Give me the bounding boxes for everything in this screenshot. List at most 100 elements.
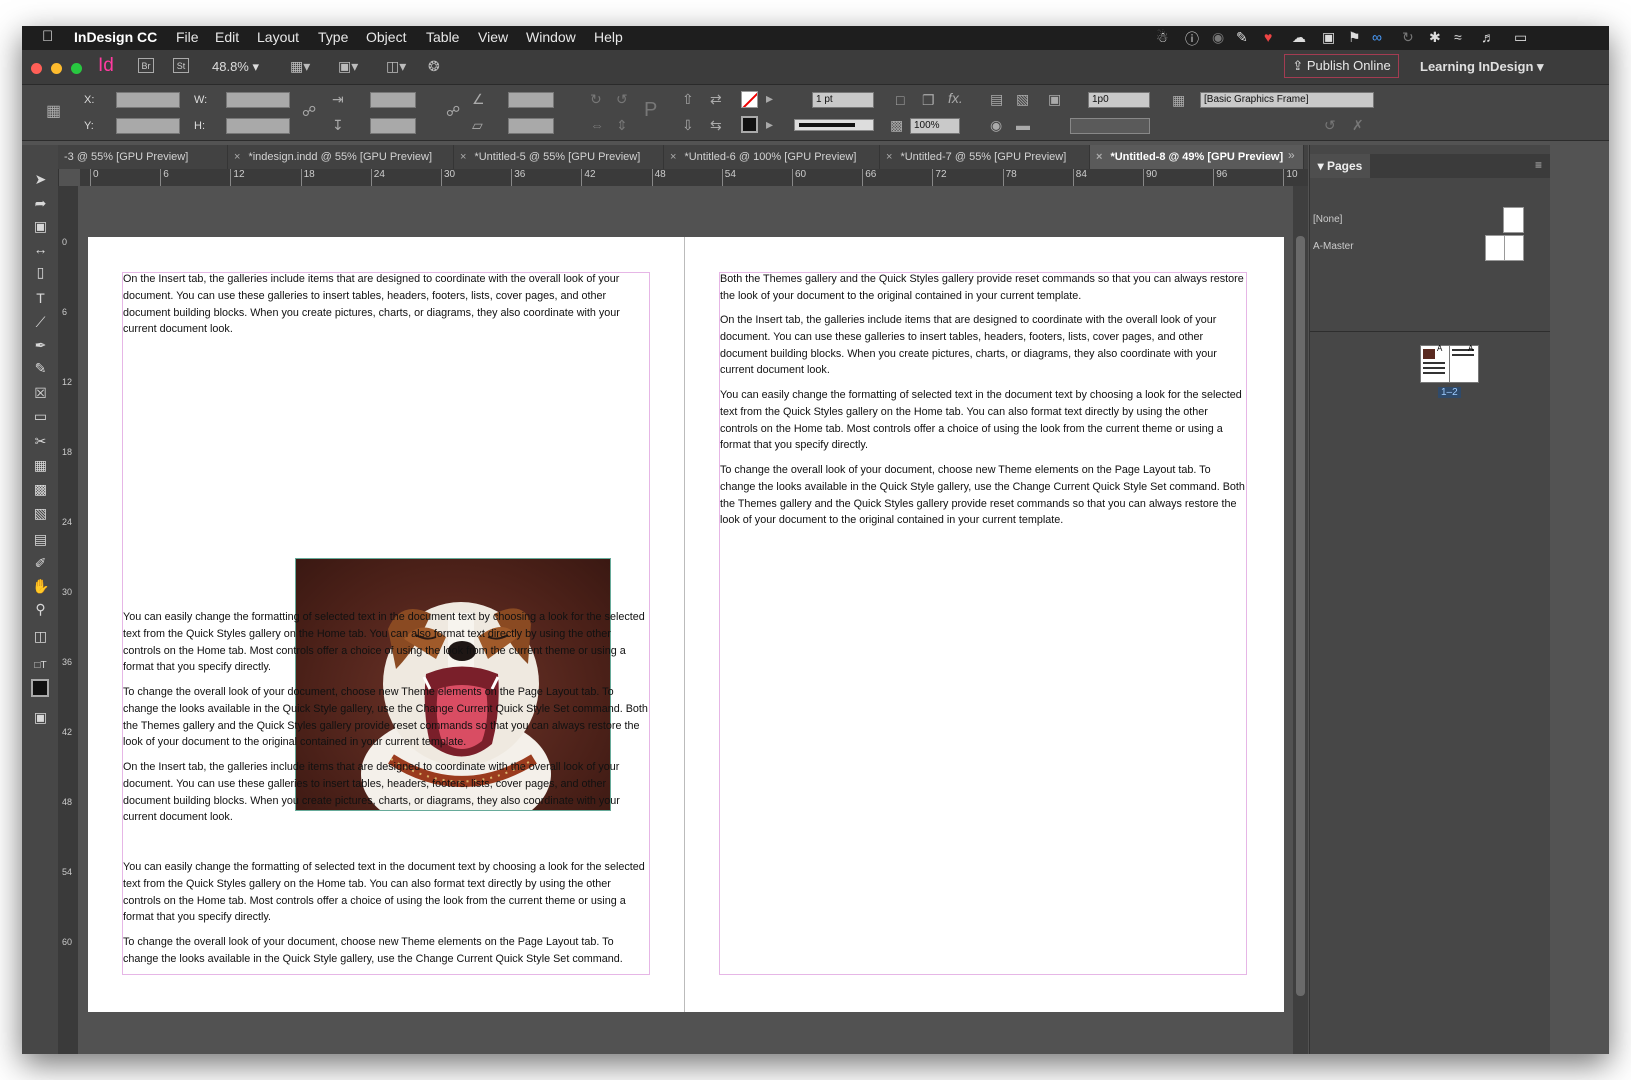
menu-file[interactable]: File <box>176 29 199 45</box>
stock-button[interactable]: St <box>173 58 189 73</box>
workspace-switcher[interactable]: Learning InDesign ▾ <box>1420 59 1544 75</box>
rectangle-tool-icon[interactable]: ▭ <box>32 408 49 425</box>
horizontal-ruler[interactable]: 0 6 12 18 24 30 36 42 48 54 60 66 72 78 84 90 96 10 <box>80 169 1308 187</box>
tab-untitled-6[interactable]: × *Untitled-6 @ 100% [GPU Preview] <box>664 145 880 169</box>
object-style-select[interactable]: [Basic Graphics Frame] <box>1200 92 1374 108</box>
constrain-proportions-icon[interactable]: ☍ <box>302 103 316 120</box>
selection-container-icon[interactable]: P <box>644 99 657 122</box>
view-options-icon[interactable]: ▦▾ <box>290 58 310 75</box>
vertical-ruler[interactable]: 0 6 12 18 24 30 36 42 48 54 60 <box>58 186 79 1054</box>
w-field[interactable] <box>226 92 290 108</box>
dropbox-icon[interactable]: ☃ <box>1156 29 1169 46</box>
zoom-window-button[interactable] <box>71 63 82 74</box>
shear-field[interactable] <box>508 118 554 134</box>
right-paragraph-3[interactable]: You can easily change the formatting of … <box>720 387 1248 454</box>
close-icon[interactable]: × <box>886 151 892 163</box>
evernote-icon[interactable]: ✎ <box>1236 29 1248 46</box>
right-paragraph-4[interactable]: To change the overall look of your docum… <box>720 462 1248 529</box>
master-none-thumb[interactable] <box>1503 207 1524 233</box>
clear-overrides-icon[interactable]: ↺ <box>1324 117 1336 134</box>
y-field[interactable] <box>116 118 180 134</box>
formatting-affects-icon[interactable]: □T <box>32 657 49 674</box>
opacity-field[interactable]: 100% <box>910 118 960 134</box>
menu-view[interactable]: View <box>478 29 508 45</box>
creative-cloud-icon[interactable]: ☁ <box>1292 29 1306 46</box>
scissors-tool-icon[interactable]: ✂ <box>32 433 49 450</box>
publish-online-button[interactable]: ⇪ Publish Online <box>1284 54 1399 78</box>
bridge-button[interactable]: Br <box>138 58 154 73</box>
gap-tool-icon[interactable]: ↔ <box>32 241 49 258</box>
battery-icon[interactable]: ▭ <box>1514 29 1527 46</box>
stroke-menu-icon[interactable]: ▸ <box>766 116 773 133</box>
menu-table[interactable]: Table <box>426 29 459 45</box>
pages-tab[interactable]: ▾ Pages <box>1310 154 1370 178</box>
select-content-icon[interactable]: ⇩ <box>682 117 694 134</box>
select-previous-icon[interactable]: ⇄ <box>710 91 722 108</box>
gpu-performance-icon[interactable]: ❂ <box>428 58 440 75</box>
onepassword-icon[interactable]: ⓘ <box>1185 29 1199 49</box>
tab-indesign[interactable]: × *indesign.indd @ 55% [GPU Preview] <box>228 145 454 169</box>
sync-icon[interactable]: ◉ <box>1212 29 1224 46</box>
effects-icon[interactable]: fx. <box>948 90 963 106</box>
rotate-cw-icon[interactable]: ↻ <box>590 91 602 108</box>
zoom-level-select[interactable]: 48.8% ▾ <box>212 59 259 75</box>
frame-fitting-select[interactable] <box>1070 118 1150 134</box>
page-2-thumb[interactable]: A <box>1449 344 1479 383</box>
screen-icon[interactable]: ▣ <box>1322 29 1335 46</box>
panel-menu-icon[interactable]: ≡ <box>1535 158 1542 172</box>
type-tool-icon[interactable]: T <box>32 290 49 307</box>
line-tool-icon[interactable]: ⟋ <box>32 314 49 331</box>
zoom-tool-icon[interactable]: ⚲ <box>32 601 49 618</box>
selection-tool-icon[interactable]: ➤ <box>32 171 49 188</box>
volume-icon[interactable]: ♬ <box>1481 29 1495 45</box>
reference-point-icon[interactable]: ▦ <box>46 101 61 121</box>
select-container-icon[interactable]: ⇧ <box>682 91 694 108</box>
left-paragraph-4[interactable]: On the Insert tab, the galleries include… <box>123 759 651 826</box>
scale-y-field[interactable] <box>370 118 416 134</box>
content-collector-icon[interactable]: ▯ <box>32 264 49 281</box>
screen-mode-tool-icon[interactable]: ▣ <box>32 709 49 726</box>
text-wrap-jump-icon[interactable]: ▬ <box>1016 117 1030 133</box>
cc-icon[interactable]: ∞ <box>1372 29 1382 45</box>
rotate-ccw-icon[interactable]: ↺ <box>616 91 628 108</box>
stroke-weight-field[interactable]: 1 pt <box>812 92 874 108</box>
arrange-documents-icon[interactable]: ◫▾ <box>386 58 406 75</box>
tab-untitled-8[interactable]: × *Untitled-8 @ 49% [GPU Preview] <box>1090 145 1304 169</box>
link-scale-icon[interactable]: ☍ <box>446 103 460 120</box>
wifi-icon[interactable]: ≈ <box>1454 29 1462 45</box>
eyedropper-tool-icon[interactable]: ✐ <box>32 555 49 572</box>
screen-mode-icon[interactable]: ▣▾ <box>338 58 358 75</box>
fill-menu-icon[interactable]: ▸ <box>766 90 773 107</box>
menu-edit[interactable]: Edit <box>215 29 239 45</box>
a-master-right-thumb[interactable] <box>1504 235 1524 261</box>
free-transform-tool-icon[interactable]: ▦ <box>32 457 49 474</box>
tab-doc-1[interactable]: -3 @ 55% [GPU Preview] <box>58 145 228 169</box>
close-icon[interactable]: × <box>670 151 676 163</box>
stroke-type-select[interactable] <box>794 119 874 131</box>
apply-color-icon[interactable] <box>31 679 49 697</box>
fill-none-swatch[interactable] <box>741 91 758 108</box>
close-icon[interactable]: × <box>234 151 240 163</box>
left-paragraph-1[interactable]: On the Insert tab, the galleries include… <box>123 271 651 338</box>
left-paragraph-3[interactable]: To change the overall look of your docum… <box>123 684 651 751</box>
rotation-field[interactable] <box>508 92 554 108</box>
tab-untitled-5[interactable]: × *Untitled-5 @ 55% [GPU Preview] <box>454 145 664 169</box>
gradient-feather-tool-icon[interactable]: ▧ <box>32 505 49 522</box>
scale-x-field[interactable] <box>370 92 416 108</box>
minimize-window-button[interactable] <box>51 63 62 74</box>
pen-tool-icon[interactable]: ✒ <box>32 337 49 354</box>
direct-selection-tool-icon[interactable]: ➦ <box>32 195 49 212</box>
note-tool-icon[interactable]: ▤ <box>32 531 49 548</box>
hand-tool-icon[interactable]: ✋ <box>32 578 49 595</box>
menu-window[interactable]: Window <box>526 29 576 45</box>
left-paragraph-5[interactable]: You can easily change the formatting of … <box>123 859 651 926</box>
more-tabs-icon[interactable]: » <box>1288 148 1295 162</box>
pocket-icon[interactable]: ♥ <box>1264 29 1272 45</box>
menu-type[interactable]: Type <box>318 29 348 45</box>
page-tool-icon[interactable]: ▣ <box>32 218 49 235</box>
left-paragraph-2[interactable]: You can easily change the formatting of … <box>123 609 651 676</box>
menu-object[interactable]: Object <box>366 29 406 45</box>
close-icon[interactable]: × <box>1096 151 1102 163</box>
document-spread[interactable]: On the Insert tab, the galleries include… <box>88 237 1284 1012</box>
rectangle-frame-tool-icon[interactable]: ☒ <box>32 385 49 402</box>
